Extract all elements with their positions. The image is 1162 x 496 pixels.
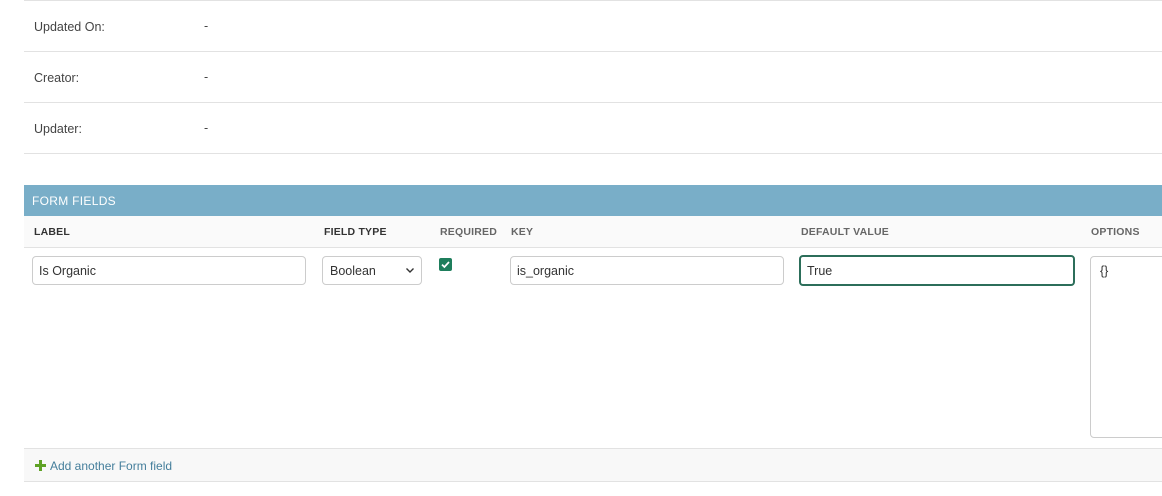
add-row: Add another Form field xyxy=(24,448,1162,482)
required-checkbox[interactable] xyxy=(439,258,452,271)
detail-label: Creator: xyxy=(34,71,80,85)
label-input[interactable] xyxy=(32,256,306,285)
default-value-input[interactable] xyxy=(799,255,1075,286)
detail-value: - xyxy=(204,121,209,135)
detail-label: Updated On: xyxy=(34,20,105,34)
column-header-required: REQUIRED xyxy=(440,226,498,238)
detail-value: - xyxy=(204,70,209,84)
detail-row-creator: Creator: - xyxy=(24,52,1162,103)
column-header-key: KEY xyxy=(511,226,534,238)
detail-row-updated-on: Updated On: - xyxy=(24,1,1162,52)
column-header-options: OPTIONS xyxy=(1091,226,1140,238)
column-header-label: LABEL xyxy=(34,226,70,238)
field-type-selected: Boolean xyxy=(330,264,376,278)
options-textarea[interactable]: {} xyxy=(1090,256,1162,438)
options-text: {} xyxy=(1100,264,1109,278)
page: Updated On: - Creator: - Updater: - FORM… xyxy=(0,0,1162,496)
checkmark-icon xyxy=(441,261,450,269)
detail-value: - xyxy=(204,19,209,33)
chevron-down-icon xyxy=(406,268,414,273)
detail-label: Updater: xyxy=(34,122,82,136)
column-header-field-type: FIELD TYPE xyxy=(324,226,387,238)
inline-section-title: FORM FIELDS xyxy=(32,194,116,208)
table-header-row: LABEL FIELD TYPE REQUIRED KEY DEFAULT VA… xyxy=(24,216,1162,248)
key-input[interactable] xyxy=(510,256,784,285)
field-type-select[interactable]: Boolean xyxy=(322,256,422,285)
inline-section-header: FORM FIELDS xyxy=(24,185,1162,216)
add-another-form-field-link[interactable]: Add another Form field xyxy=(50,459,172,473)
detail-row-updater: Updater: - xyxy=(24,103,1162,154)
plus-icon[interactable] xyxy=(35,460,46,471)
column-header-default-value: DEFAULT VALUE xyxy=(801,226,889,238)
